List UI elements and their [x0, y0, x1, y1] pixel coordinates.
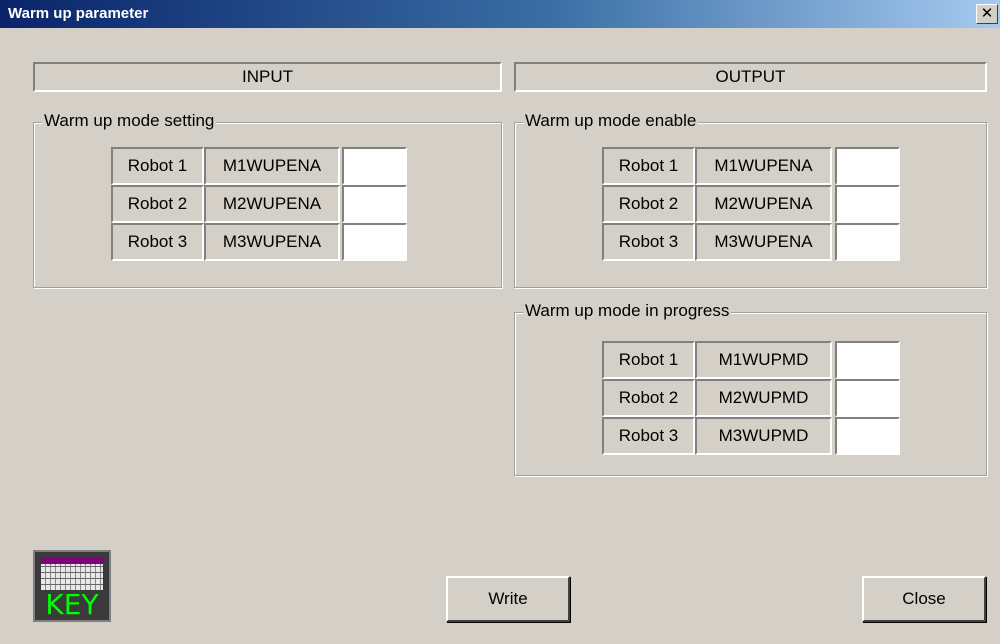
signal-label: M2WUPENA	[695, 185, 832, 223]
key-label: KEY	[45, 588, 99, 621]
warm-up-mode-in-progress-group: Warm up mode in progress Robot 1 M1WUPMD…	[514, 301, 987, 476]
signal-label: M2WUPENA	[204, 185, 340, 223]
value-field	[835, 223, 900, 261]
robot-label: Robot 2	[111, 185, 204, 223]
robot-label: Robot 1	[111, 147, 204, 185]
input-header: INPUT	[33, 62, 502, 92]
value-field[interactable]	[342, 223, 407, 261]
group-title: Warm up mode setting	[42, 111, 217, 131]
value-field	[835, 417, 900, 455]
write-button[interactable]: Write	[446, 576, 570, 622]
keyboard-key-rows	[41, 564, 103, 590]
value-field	[835, 341, 900, 379]
value-field	[835, 379, 900, 417]
signal-label: M2WUPMD	[695, 379, 832, 417]
group-title: Warm up mode enable	[523, 111, 699, 131]
signal-label: M3WUPENA	[204, 223, 340, 261]
signal-label: M3WUPMD	[695, 417, 832, 455]
value-field[interactable]	[342, 185, 407, 223]
warm-up-mode-setting-group: Warm up mode setting Robot 1 M1WUPENA Ro…	[33, 111, 502, 288]
keyboard-key-button[interactable]: KEY	[33, 550, 111, 622]
robot-label: Robot 3	[111, 223, 204, 261]
signal-label: M3WUPENA	[695, 223, 832, 261]
signal-label: M1WUPMD	[695, 341, 832, 379]
value-field	[835, 147, 900, 185]
warm-up-mode-enable-group: Warm up mode enable Robot 1 M1WUPENA Rob…	[514, 111, 987, 288]
signal-label: M1WUPENA	[204, 147, 340, 185]
title-bar: Warm up parameter ✕	[0, 0, 1000, 28]
robot-label: Robot 2	[602, 379, 695, 417]
robot-label: Robot 3	[602, 223, 695, 261]
value-field	[835, 185, 900, 223]
robot-label: Robot 1	[602, 341, 695, 379]
signal-label: M1WUPENA	[695, 147, 832, 185]
output-header: OUTPUT	[514, 62, 987, 92]
robot-label: Robot 3	[602, 417, 695, 455]
robot-label: Robot 2	[602, 185, 695, 223]
value-field[interactable]	[342, 147, 407, 185]
group-title: Warm up mode in progress	[523, 301, 732, 321]
close-icon[interactable]: ✕	[976, 4, 998, 24]
robot-label: Robot 1	[602, 147, 695, 185]
close-button[interactable]: Close	[862, 576, 986, 622]
window-title: Warm up parameter	[8, 5, 149, 22]
